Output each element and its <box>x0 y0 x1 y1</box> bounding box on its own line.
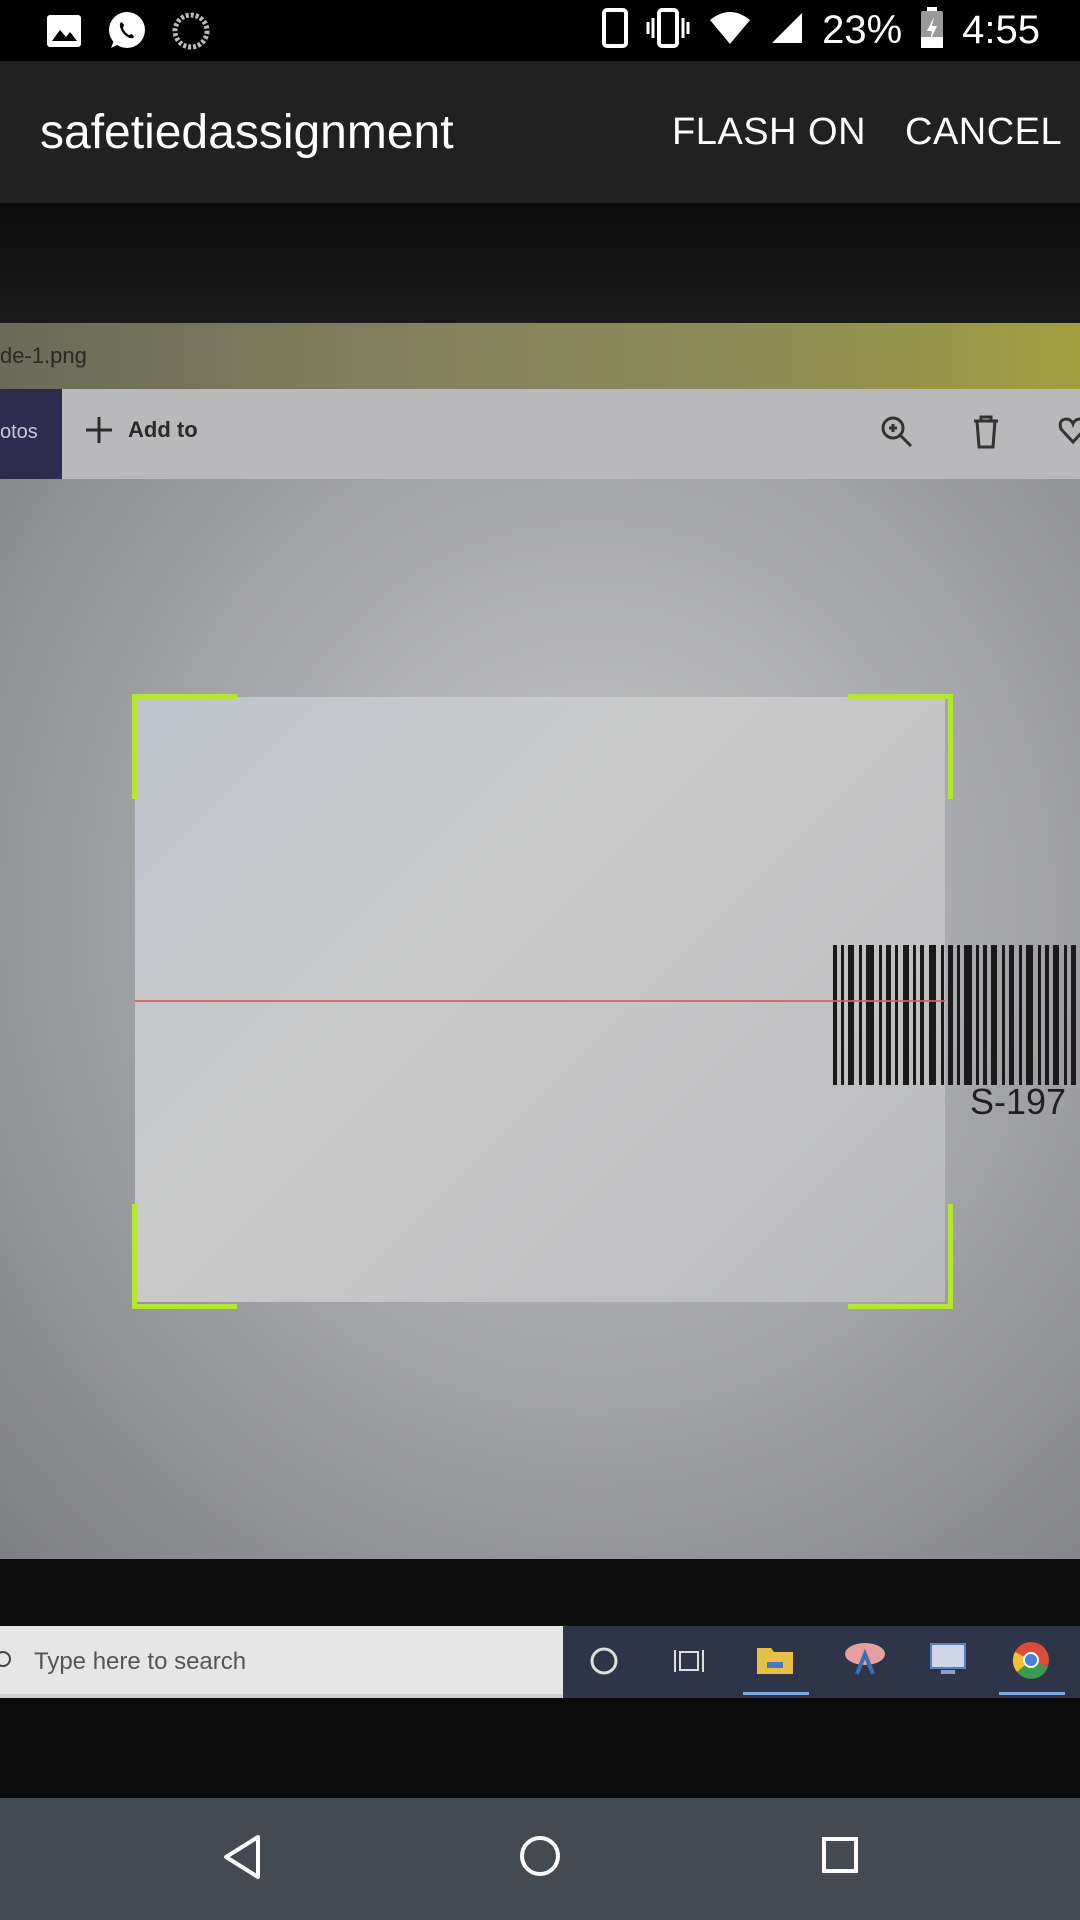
home-icon[interactable] <box>518 1834 562 1883</box>
camera-preview: de-1.png otos Add to S-197 Type here to … <box>0 203 1080 1798</box>
scan-frame-corner-top-right <box>848 694 953 799</box>
recents-icon[interactable] <box>821 1836 859 1879</box>
vibrate-icon <box>646 8 690 53</box>
remote-desktop-icon <box>927 1640 969 1683</box>
scan-laser-line <box>135 1000 945 1002</box>
window-title-strip: de-1.png <box>0 323 1080 389</box>
scan-frame-corner-top-left <box>132 694 237 799</box>
taskbar-search-box: Type here to search <box>0 1626 563 1694</box>
phone-icon <box>602 8 629 53</box>
chrome-icon <box>1011 1640 1051 1685</box>
wifi-icon <box>708 10 752 51</box>
status-bar: 23% 4:55 <box>0 0 1080 61</box>
barcode-number: S-197 <box>970 1081 1067 1122</box>
barcode-image <box>833 945 1076 1085</box>
zoom-icon <box>880 415 914 454</box>
window-filename: de-1.png <box>0 343 87 368</box>
app-bar: safetiedassignment FLASH ON CANCEL <box>0 61 1080 203</box>
add-to-item: Add to <box>84 415 198 445</box>
heart-icon <box>1058 415 1080 450</box>
scan-frame-corner-bottom-right <box>848 1204 953 1309</box>
monitor-bezel-top <box>0 203 1080 326</box>
trash-icon <box>972 415 1000 454</box>
cancel-button[interactable]: CANCEL <box>905 111 1062 154</box>
search-circle-icon <box>0 1651 11 1667</box>
file-explorer-icon <box>755 1642 795 1681</box>
cortana-icon <box>589 1646 619 1681</box>
task-view-icon <box>673 1646 705 1681</box>
image-icon <box>46 14 82 53</box>
signal-icon <box>770 11 804 50</box>
taskbar-search-placeholder: Type here to search <box>34 1648 247 1675</box>
flash-on-button[interactable]: FLASH ON <box>672 111 866 154</box>
monitor-bezel-bottom <box>0 1698 1080 1798</box>
scan-frame-corner-bottom-left <box>132 1204 237 1309</box>
windows-taskbar: Type here to search <box>0 1626 1080 1698</box>
battery-percent: 23% <box>822 8 903 52</box>
plus-icon <box>86 417 112 443</box>
app-title: safetiedassignment <box>40 106 454 159</box>
add-to-label: Add to <box>128 417 198 442</box>
taskbar-icons <box>563 1626 1080 1698</box>
whatsapp-icon <box>106 10 148 57</box>
photos-tab-label: otos <box>0 421 38 443</box>
photos-toolbar: otos Add to <box>0 389 1080 479</box>
photos-tab: otos <box>0 389 62 479</box>
battery-charging-icon <box>920 7 944 54</box>
back-icon[interactable] <box>222 1834 262 1885</box>
navigation-bar <box>0 1798 1080 1920</box>
snipping-tool-icon <box>843 1640 887 1683</box>
sync-icon <box>172 12 210 55</box>
clock: 4:55 <box>962 8 1040 52</box>
